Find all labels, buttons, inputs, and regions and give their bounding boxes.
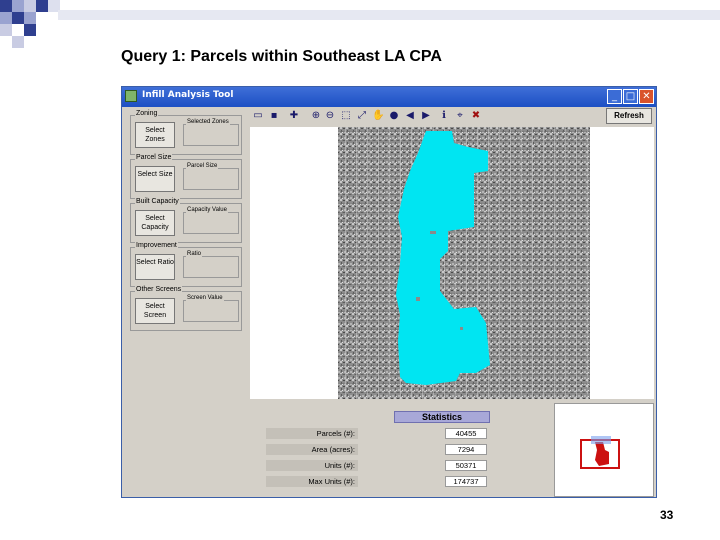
stat-value-area: 7294 [445, 444, 487, 455]
select-icon[interactable]: ⬚ [340, 110, 352, 122]
zoning-group-label: Zoning [135, 110, 159, 117]
page-number: 33 [660, 508, 674, 522]
forward-icon[interactable]: ▶ [420, 110, 432, 122]
improvement-group: Improvement Select Ratio Ratio [130, 242, 242, 287]
globe-icon[interactable]: ● [388, 110, 400, 122]
overview-cpa-shape [595, 442, 609, 466]
selected-zones-label: Selected Zones [186, 119, 230, 125]
overview-map[interactable] [554, 403, 654, 497]
window-titlebar[interactable]: Infill Analysis Tool _ □ ✕ [122, 87, 656, 107]
ratio-output: Ratio [183, 251, 239, 278]
refresh-button[interactable]: Refresh [606, 108, 652, 124]
screen-value-label: Screen Value [186, 295, 224, 301]
capacity-value-label: Capacity Value [186, 207, 228, 213]
zoning-group: Zoning Select Zones Selected Zones [130, 110, 242, 155]
map-toolbar: ▭ ▪ ✚ ⊕ ⊖ ⬚ ⤢ ✋ ● ◀ ▶ ℹ ⌖ ✖ Refresh [250, 107, 654, 127]
stat-value-max-units: 174737 [445, 476, 487, 487]
select-zones-button[interactable]: Select Zones [135, 122, 175, 148]
minimize-button[interactable]: _ [607, 89, 622, 104]
ratio-label: Ratio [186, 251, 203, 257]
info-icon[interactable]: ℹ [438, 110, 450, 122]
stat-label-max-units: Max Units (#): [266, 476, 358, 487]
parcel-size-group-label: Parcel Size [135, 154, 173, 161]
stat-value-units: 50371 [445, 460, 487, 471]
statistics-title: Statistics [394, 411, 490, 423]
stat-value-parcels: 40455 [445, 428, 487, 439]
select-screen-button[interactable]: Select Screen [135, 298, 175, 324]
identify-icon[interactable]: ⌖ [454, 110, 466, 122]
built-capacity-group-label: Built Capacity [135, 198, 180, 205]
app-icon [125, 90, 137, 102]
other-screens-group-label: Other Screens [135, 286, 183, 293]
other-screens-group: Other Screens Select Screen Screen Value [130, 286, 242, 331]
overview-marker [591, 436, 611, 444]
capacity-value-output: Capacity Value [183, 207, 239, 234]
save-icon[interactable]: ▪ [268, 110, 280, 122]
map-canvas [338, 127, 590, 399]
open-icon[interactable]: ▭ [252, 110, 264, 122]
built-capacity-group: Built Capacity Select Capacity Capacity … [130, 198, 242, 243]
overview-canvas [580, 436, 620, 469]
zoom-in-icon[interactable]: ⊕ [310, 110, 322, 122]
stat-label-parcels: Parcels (#): [266, 428, 358, 439]
infill-analysis-window: Infill Analysis Tool _ □ ✕ Zoning Select… [121, 86, 657, 498]
select-capacity-button[interactable]: Select Capacity [135, 210, 175, 236]
zoom-out-icon[interactable]: ⊖ [324, 110, 336, 122]
add-layer-icon[interactable]: ✚ [288, 110, 300, 122]
parcel-size-output: Parcel Size [183, 163, 239, 190]
full-extent-icon[interactable]: ⤢ [356, 110, 368, 122]
parcel-size-group: Parcel Size Select Size Parcel Size [130, 154, 242, 199]
selected-zones-output: Selected Zones [183, 119, 239, 146]
statistics-panel: Statistics Parcels (#): 40455 Area (acre… [250, 403, 552, 497]
improvement-group-label: Improvement [135, 242, 178, 249]
stat-label-area: Area (acres): [266, 444, 358, 455]
query-panel: Zoning Select Zones Selected Zones Parce… [126, 109, 246, 409]
stat-label-units: Units (#): [266, 460, 358, 471]
pan-icon[interactable]: ✋ [372, 110, 384, 122]
parcel-size-label: Parcel Size [186, 163, 219, 169]
close-button[interactable]: ✕ [639, 89, 654, 104]
select-size-button[interactable]: Select Size [135, 166, 175, 192]
back-icon[interactable]: ◀ [404, 110, 416, 122]
maximize-button[interactable]: □ [623, 89, 638, 104]
select-ratio-button[interactable]: Select Ratio [135, 254, 175, 280]
map-view[interactable] [250, 127, 654, 399]
clear-icon[interactable]: ✖ [470, 110, 482, 122]
slide-title: Query 1: Parcels within Southeast LA CPA [121, 48, 442, 65]
screen-value-output: Screen Value [183, 295, 239, 322]
window-title: Infill Analysis Tool [142, 90, 234, 100]
